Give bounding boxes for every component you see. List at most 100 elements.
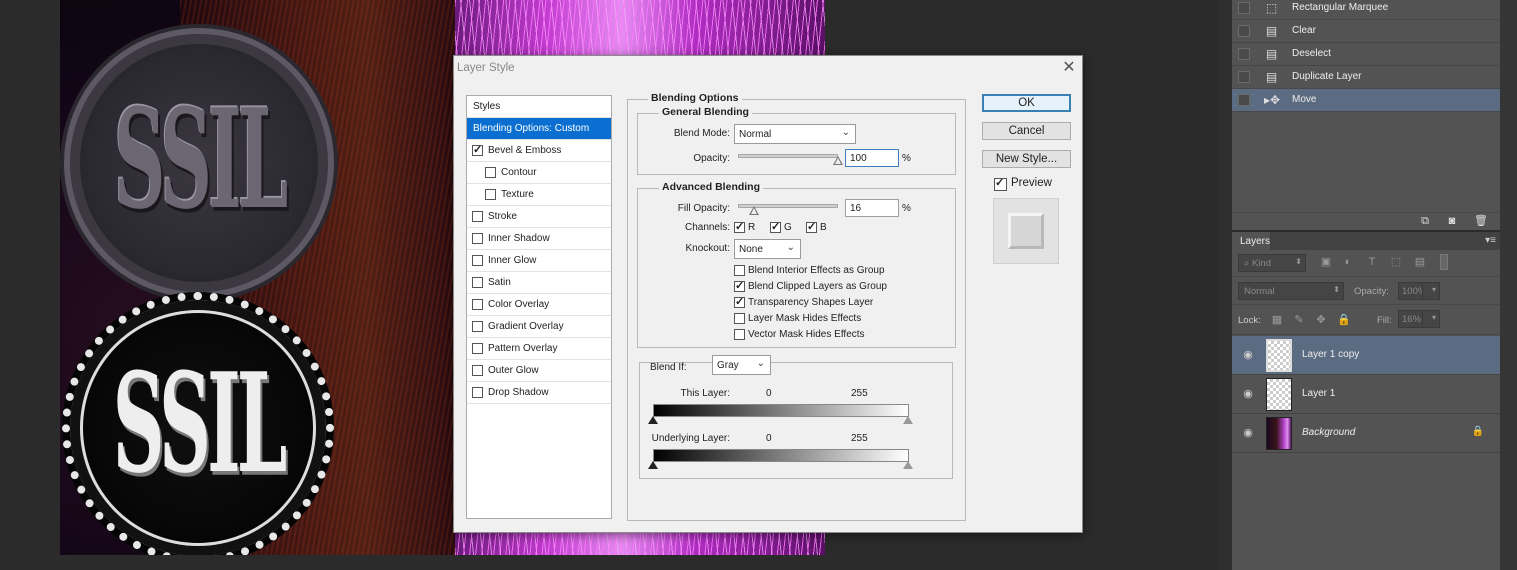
inner-glow-checkbox[interactable] — [472, 255, 483, 266]
stroke-checkbox[interactable] — [472, 211, 483, 222]
channel-r-checkbox[interactable] — [734, 220, 745, 233]
contour-checkbox[interactable] — [485, 167, 496, 178]
history-item-selected[interactable]: ▸✥ Move — [1232, 89, 1500, 112]
history-snapshot-checkbox[interactable] — [1238, 48, 1250, 60]
general-blending-title: General Blending — [659, 106, 752, 118]
blend-interior-effects-checkbox[interactable] — [734, 265, 745, 276]
transparency-shapes-layer-checkbox[interactable] — [734, 295, 745, 308]
style-item-outer-glow[interactable]: Outer Glow — [467, 360, 611, 382]
history-snapshot-checkbox[interactable] — [1238, 71, 1250, 83]
blend-clipped-layers-checkbox[interactable] — [734, 279, 745, 292]
new-style-button[interactable]: New Style... — [982, 150, 1071, 168]
layer-name[interactable]: Background — [1302, 427, 1355, 438]
blend-if-select[interactable]: Gray ⌄ — [712, 355, 771, 375]
fill-opacity-label: Fill Opacity: — [677, 203, 730, 214]
visibility-eye-icon[interactable]: ◉ — [1241, 387, 1255, 400]
satin-checkbox[interactable] — [472, 277, 483, 288]
knockout-select[interactable]: None ⌄ — [734, 239, 801, 259]
underlying-layer-gradient[interactable] — [653, 449, 909, 462]
history-item[interactable]: ▤ Duplicate Layer — [1232, 66, 1500, 89]
trash-icon[interactable]: 🗑 — [1474, 215, 1488, 228]
style-item-bevel-emboss[interactable]: Bevel & Emboss — [467, 140, 611, 162]
style-item-inner-shadow[interactable]: Inner Shadow — [467, 228, 611, 250]
texture-checkbox[interactable] — [485, 189, 496, 200]
blend-clipped-layers-label: Blend Clipped Layers as Group — [748, 281, 887, 292]
new-document-from-state-icon[interactable]: ⧉ — [1418, 215, 1432, 228]
filter-type-icon[interactable]: T — [1366, 256, 1378, 268]
layer-blend-mode-select[interactable]: Normal ⬍ — [1238, 282, 1344, 300]
style-item-blending-options[interactable]: Blending Options: Custom — [467, 118, 611, 140]
layer-row[interactable]: ◉ Background 🔒 — [1232, 414, 1500, 453]
opacity-field[interactable]: 100 — [845, 149, 899, 167]
lock-image-pixels-icon[interactable]: ✎ — [1293, 314, 1305, 326]
fill-opacity-field[interactable]: 16 — [845, 199, 899, 217]
blend-if-value: Gray — [717, 360, 739, 371]
gradient-overlay-checkbox[interactable] — [472, 321, 483, 332]
pattern-overlay-checkbox[interactable] — [472, 343, 483, 354]
fill-opacity-slider-thumb[interactable] — [749, 206, 759, 215]
divider — [1232, 334, 1500, 335]
bevel-emboss-checkbox[interactable] — [472, 143, 483, 156]
underlying-layer-white-stop[interactable] — [903, 461, 913, 469]
layer-name[interactable]: Layer 1 copy — [1302, 349, 1359, 360]
style-item-drop-shadow[interactable]: Drop Shadow — [467, 382, 611, 404]
style-item-stroke[interactable]: Stroke — [467, 206, 611, 228]
opacity-slider-thumb[interactable] — [833, 156, 843, 165]
opacity-dropdown-button[interactable]: ▾ — [1422, 282, 1440, 300]
layer-row-selected[interactable]: ◉ Layer 1 copy — [1232, 336, 1500, 375]
history-snapshot-checkbox[interactable] — [1238, 25, 1250, 37]
preview-checkbox[interactable] — [994, 176, 1007, 191]
ok-button[interactable]: OK — [982, 94, 1071, 112]
panel-menu-icon[interactable]: ▾≡ — [1485, 235, 1496, 246]
filter-adjustment-icon[interactable]: ◐ — [1342, 256, 1354, 268]
vector-mask-hides-effects-checkbox[interactable] — [734, 329, 745, 340]
history-item[interactable]: ▤ Clear — [1232, 20, 1500, 43]
this-layer-black-stop[interactable] — [648, 416, 658, 424]
blend-mode-select[interactable]: Normal ⌄ — [734, 124, 856, 144]
fill-dropdown-button[interactable]: ▾ — [1422, 310, 1440, 328]
color-overlay-checkbox[interactable] — [472, 299, 483, 310]
close-icon[interactable]: ✕ — [1060, 59, 1078, 77]
chevron-down-icon: ▾ — [1431, 285, 1436, 294]
visibility-eye-icon[interactable]: ◉ — [1241, 348, 1255, 361]
underlying-layer-black-stop[interactable] — [648, 461, 658, 469]
lock-all-icon[interactable]: 🔒 — [1337, 314, 1351, 326]
cancel-button[interactable]: Cancel — [982, 122, 1071, 140]
style-item-texture[interactable]: Texture — [467, 184, 611, 206]
history-snapshot-checkbox[interactable] — [1238, 94, 1250, 106]
inner-shadow-checkbox[interactable] — [472, 233, 483, 244]
style-item-label: Contour — [501, 167, 537, 178]
style-item-contour[interactable]: Contour — [467, 162, 611, 184]
channel-g-checkbox[interactable] — [770, 220, 781, 233]
this-layer-gradient[interactable] — [653, 404, 909, 417]
this-layer-white-stop[interactable] — [903, 416, 913, 424]
history-item[interactable]: ⬚ Rectangular Marquee — [1232, 0, 1500, 20]
drop-shadow-checkbox[interactable] — [472, 387, 483, 398]
outer-glow-checkbox[interactable] — [472, 365, 483, 376]
layer-row[interactable]: ◉ Layer 1 — [1232, 375, 1500, 414]
style-item-color-overlay[interactable]: Color Overlay — [467, 294, 611, 316]
underlying-layer-min: 0 — [766, 433, 772, 444]
lock-position-icon[interactable]: ✥ — [1315, 314, 1327, 326]
camera-snapshot-icon[interactable]: ◙ — [1445, 215, 1459, 228]
style-item-gradient-overlay[interactable]: Gradient Overlay — [467, 316, 611, 338]
channel-b-checkbox[interactable] — [806, 220, 817, 233]
opacity-slider-track[interactable] — [738, 154, 838, 158]
tab-layers[interactable]: Layers — [1232, 232, 1270, 250]
lock-icon[interactable]: 🔒 — [1472, 426, 1484, 437]
filter-pixel-icon[interactable]: ▣ — [1320, 256, 1332, 268]
layer-name[interactable]: Layer 1 — [1302, 388, 1335, 399]
layer-filter-kind-select[interactable]: ⌕ Kind ⬍ — [1238, 254, 1306, 272]
style-item-inner-glow[interactable]: Inner Glow — [467, 250, 611, 272]
history-snapshot-checkbox[interactable] — [1238, 2, 1250, 14]
visibility-eye-icon[interactable]: ◉ — [1241, 426, 1255, 439]
filter-toggle-switch[interactable] — [1440, 254, 1448, 270]
style-item-satin[interactable]: Satin — [467, 272, 611, 294]
style-item-pattern-overlay[interactable]: Pattern Overlay — [467, 338, 611, 360]
history-item[interactable]: ▤ Deselect — [1232, 43, 1500, 66]
filter-smart-object-icon[interactable]: ▤ — [1414, 256, 1426, 268]
lock-transparent-pixels-icon[interactable]: ▦ — [1271, 314, 1283, 326]
layer-mask-hides-effects-checkbox[interactable] — [734, 313, 745, 324]
filter-shape-icon[interactable]: ⬚ — [1390, 256, 1402, 268]
styles-header[interactable]: Styles — [467, 96, 611, 118]
